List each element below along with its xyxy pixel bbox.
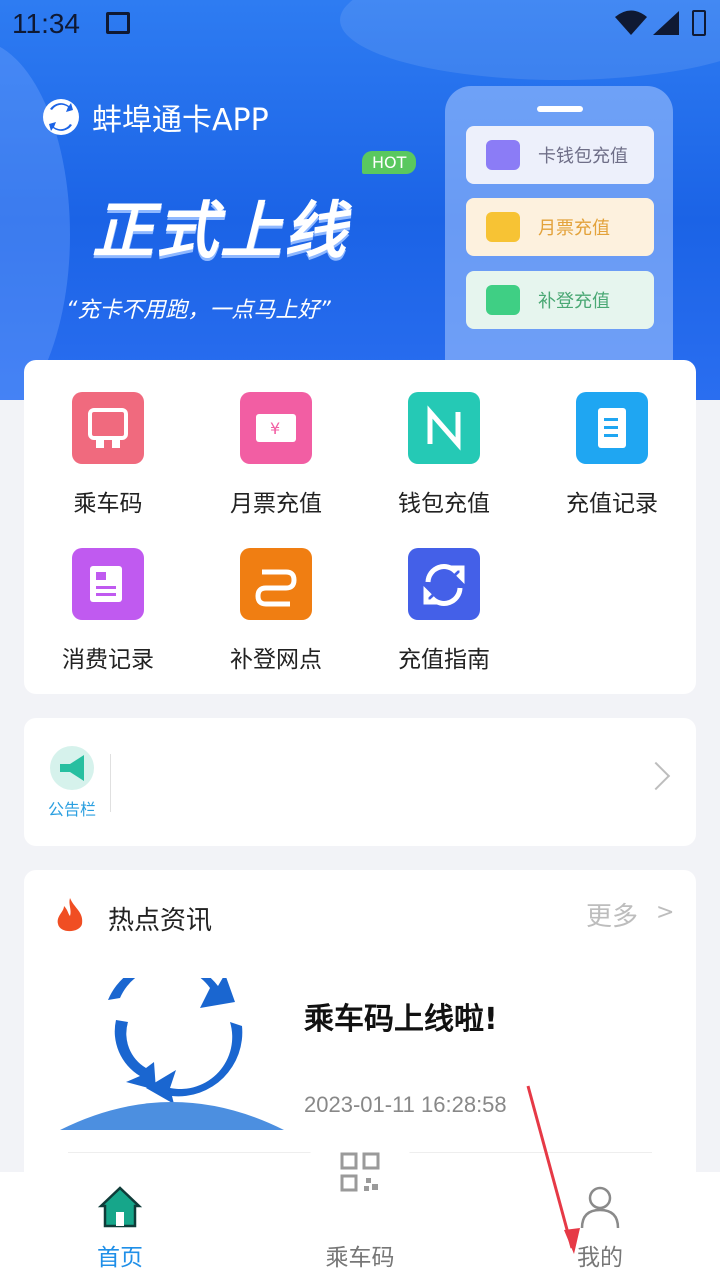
function-label: 乘车码 <box>73 491 143 517</box>
function-route[interactable]: 补登网点 <box>192 548 360 674</box>
nav-home-label: 首页 <box>97 1245 143 1271</box>
megaphone-icon <box>50 746 94 790</box>
phone-notch <box>537 106 583 112</box>
bottom-nav: 首页 乘车码 我的 <box>0 1152 720 1280</box>
function-nfc[interactable]: 钱包充值 <box>360 392 528 518</box>
home-icon <box>97 1186 143 1228</box>
app-logo-icon <box>43 99 79 135</box>
function-grid: 乘车码 ¥ 月票充值 钱包充值 充值记录消费记录 补登网点 充值指南 <box>24 360 696 694</box>
function-news[interactable]: 消费记录 <box>24 548 192 674</box>
phone-pill-icon <box>486 140 520 170</box>
refresh-icon <box>408 548 480 620</box>
nav-profile-label: 我的 <box>577 1245 623 1271</box>
fire-icon <box>57 898 83 932</box>
phone-pill-icon <box>486 212 520 242</box>
phone-pill-0: 卡钱包充值 <box>466 126 654 184</box>
phone-pill-2: 补登充值 <box>466 271 654 329</box>
news-timestamp: 2023-01-11 16:28:58 <box>304 1092 507 1117</box>
function-label: 充值记录 <box>566 491 658 517</box>
qr-code-icon <box>340 1152 380 1192</box>
wifi-icon <box>615 10 647 35</box>
nav-ride-code[interactable]: 乘车码 <box>290 1152 430 1280</box>
notice-label: 公告栏 <box>48 800 97 819</box>
bus-code-icon <box>72 392 144 464</box>
function-label: 月票充值 <box>230 491 322 517</box>
nfc-icon <box>408 392 480 464</box>
phone-pill-label: 补登充值 <box>538 291 610 312</box>
route-icon <box>240 548 312 620</box>
launch-slogan: 正式上线 <box>92 194 349 267</box>
news-headline[interactable]: 乘车码上线啦! <box>304 994 498 1038</box>
status-time: 11:34 <box>12 8 80 39</box>
function-document[interactable]: 充值记录 <box>528 392 696 518</box>
app-name: 蚌埠通卡APP <box>92 103 269 138</box>
phone-pill-icon <box>486 285 520 315</box>
phone-pill-label: 卡钱包充值 <box>538 146 628 167</box>
banner-wave-decoration <box>0 40 70 400</box>
phone-pill-label: 月票充值 <box>538 218 610 239</box>
notice-divider <box>110 754 111 812</box>
nav-profile[interactable]: 我的 <box>530 1172 670 1280</box>
nav-home[interactable]: 首页 <box>50 1172 190 1280</box>
notice-bar[interactable]: 公告栏 <box>24 718 696 846</box>
app-title: 蚌埠通卡APP <box>42 95 269 139</box>
function-label: 钱包充值 <box>398 491 490 517</box>
chevron-right-icon[interactable] <box>641 761 671 791</box>
hot-badge: HOT <box>362 151 417 174</box>
svg-text:¥: ¥ <box>270 419 280 438</box>
ticket-icon: ¥ <box>240 392 312 464</box>
news-thumbnail[interactable] <box>60 978 284 1130</box>
function-bus-code[interactable]: 乘车码 <box>24 392 192 518</box>
person-icon <box>580 1186 620 1229</box>
slogan-subtitle: “充卡不用跑，一点马上好” <box>66 298 331 323</box>
news-icon <box>72 548 144 620</box>
document-icon <box>576 392 648 464</box>
more-link[interactable]: 更多 <box>586 896 638 933</box>
status-bar: 11:34 <box>0 0 720 50</box>
signal-icon <box>653 11 679 35</box>
nav-ride-code-label: 乘车码 <box>325 1245 395 1271</box>
battery-icon <box>692 10 706 36</box>
function-refresh[interactable]: 充值指南 <box>360 548 528 674</box>
function-label: 补登网点 <box>230 647 322 673</box>
more-arrow-icon[interactable]: > <box>656 900 674 925</box>
image-notification-icon <box>106 12 130 34</box>
function-ticket[interactable]: ¥ 月票充值 <box>192 392 360 518</box>
phone-pill-1: 月票充值 <box>466 198 654 256</box>
news-section-title: 热点资讯 <box>108 906 213 936</box>
function-label: 消费记录 <box>62 647 154 673</box>
function-label: 充值指南 <box>398 647 490 673</box>
